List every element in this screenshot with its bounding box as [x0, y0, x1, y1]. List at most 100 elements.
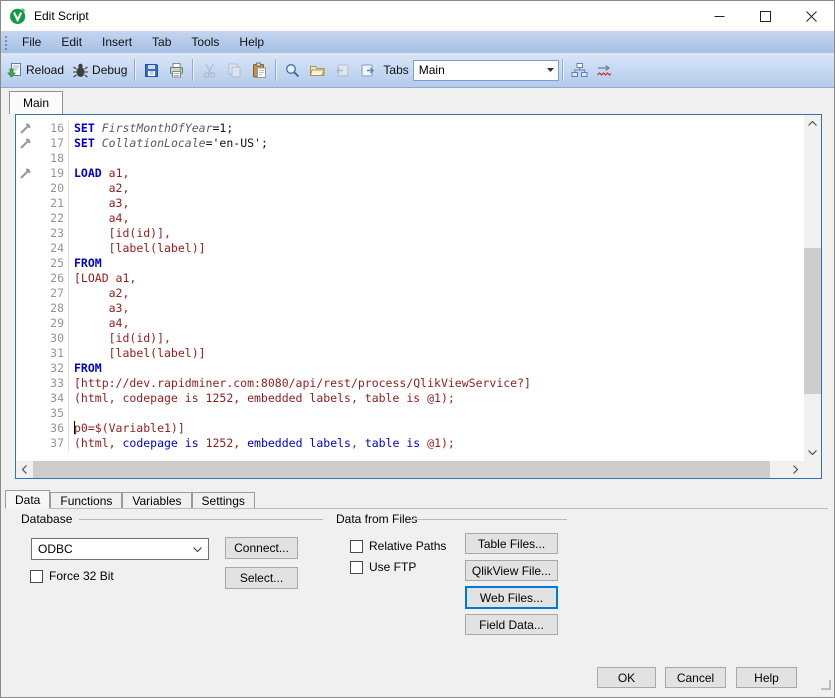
select-button[interactable]: Select...	[225, 567, 298, 589]
use-ftp-checkbox[interactable]: Use FTP	[350, 560, 416, 574]
database-type-select[interactable]: ODBC	[31, 538, 209, 560]
horizontal-scrollbar[interactable]	[16, 461, 804, 478]
code-text: [LOAD a1,	[69, 271, 136, 286]
relative-paths-checkbox[interactable]: Relative Paths	[350, 539, 446, 553]
panel-tab-functions[interactable]: Functions	[50, 492, 122, 508]
files-group-line	[411, 519, 567, 520]
combo-chevron-icon[interactable]	[186, 547, 208, 552]
code-line: 33[http://dev.rapidminer.com:8080/api/re…	[16, 376, 804, 391]
menu-bar: FileEditInsertTabToolsHelp	[1, 31, 834, 53]
scroll-up-button[interactable]	[804, 115, 821, 132]
check-script-icon	[596, 62, 613, 79]
tab-selector-arrow[interactable]	[543, 61, 558, 80]
horizontal-scroll-thumb[interactable]	[33, 461, 770, 478]
line-number: 18	[36, 151, 69, 166]
scroll-left-button[interactable]	[16, 461, 33, 478]
relative-paths-box[interactable]	[350, 540, 363, 553]
script-statement-marker-icon	[19, 122, 32, 135]
scrollbar-corner	[804, 461, 821, 478]
find-button[interactable]	[280, 59, 305, 82]
ok-button[interactable]: OK	[597, 667, 656, 688]
find-icon	[284, 62, 301, 79]
tab-selector-value: Main	[419, 63, 543, 77]
tab-main[interactable]: Main	[9, 91, 63, 114]
menu-item-tab[interactable]: Tab	[142, 32, 181, 52]
tab-selector[interactable]: Main	[413, 60, 559, 81]
marker-gutter	[16, 421, 36, 436]
database-type-value: ODBC	[38, 542, 186, 556]
code-line: 16SET FirstMonthOfYear=1;	[16, 121, 804, 136]
field-data-button[interactable]: Field Data...	[465, 614, 558, 635]
menu-item-tools[interactable]: Tools	[181, 32, 229, 52]
reload-button[interactable]: Reload	[2, 59, 68, 82]
line-number: 36	[36, 421, 69, 436]
menu-item-file[interactable]: File	[12, 32, 51, 52]
menu-item-help[interactable]: Help	[229, 32, 274, 52]
resize-grip[interactable]	[820, 677, 831, 695]
close-button[interactable]	[788, 1, 834, 31]
scroll-down-button[interactable]	[804, 444, 821, 461]
line-number: 19	[36, 166, 69, 181]
code-area[interactable]: 16SET FirstMonthOfYear=1;17SET Collation…	[16, 115, 804, 461]
code-lines: 16SET FirstMonthOfYear=1;17SET Collation…	[16, 121, 804, 451]
code-text: a4,	[69, 211, 129, 226]
copy-icon	[226, 62, 243, 79]
panel-tab-data[interactable]: Data	[5, 490, 50, 509]
force-32bit-checkbox[interactable]: Force 32 Bit	[30, 569, 114, 583]
cancel-button[interactable]: Cancel	[665, 667, 726, 688]
panel-tab-settings[interactable]: Settings	[192, 492, 255, 508]
file-buttons: Table Files... QlikView File... Web Files.…	[465, 533, 558, 641]
line-number: 24	[36, 241, 69, 256]
code-line: 21 a3,	[16, 196, 804, 211]
force-32bit-box[interactable]	[30, 570, 43, 583]
script-editor: 16SET FirstMonthOfYear=1;17SET Collation…	[15, 114, 822, 479]
code-text: a2,	[69, 286, 129, 301]
check-script-button[interactable]	[592, 59, 617, 82]
marker-gutter	[16, 211, 36, 226]
vertical-scroll-thumb[interactable]	[804, 248, 821, 394]
maximize-button[interactable]	[742, 1, 788, 31]
vertical-scrollbar[interactable]	[804, 115, 821, 461]
save-button[interactable]	[139, 59, 164, 82]
marker-gutter	[16, 226, 36, 241]
marker-gutter	[16, 391, 36, 406]
debug-button[interactable]: Debug	[68, 59, 131, 82]
code-line: 24 [label(label)]	[16, 241, 804, 256]
table-viewer-button[interactable]	[567, 59, 592, 82]
window-title: Edit Script	[34, 9, 89, 23]
marker-gutter	[16, 256, 36, 271]
qlikview-file-button[interactable]: QlikView File...	[465, 560, 558, 581]
use-ftp-label: Use FTP	[369, 560, 416, 574]
line-number: 34	[36, 391, 69, 406]
web-files-button[interactable]: Web Files...	[465, 586, 558, 609]
print-button[interactable]	[164, 59, 189, 82]
line-number: 32	[36, 361, 69, 376]
marker-gutter	[16, 181, 36, 196]
line-number: 27	[36, 286, 69, 301]
files-group-label: Data from Files	[336, 512, 417, 526]
code-line: 28 a3,	[16, 301, 804, 316]
open-file-button[interactable]	[305, 59, 330, 82]
panel-tab-variables[interactable]: Variables	[122, 492, 191, 508]
code-line: 27 a2,	[16, 286, 804, 301]
toolbar-items: ReloadDebugTabsMain	[2, 59, 617, 82]
minimize-button[interactable]	[696, 1, 742, 31]
paste-button[interactable]	[247, 59, 272, 82]
line-number: 23	[36, 226, 69, 241]
next-tab-button[interactable]	[355, 59, 380, 82]
use-ftp-box[interactable]	[350, 561, 363, 574]
table-viewer-icon	[571, 62, 588, 79]
code-line: 26[LOAD a1,	[16, 271, 804, 286]
table-files-button[interactable]: Table Files...	[465, 533, 558, 554]
menu-item-edit[interactable]: Edit	[51, 32, 92, 52]
line-number: 22	[36, 211, 69, 226]
scroll-right-button[interactable]	[787, 461, 804, 478]
code-line: 18	[16, 151, 804, 166]
reload-icon	[6, 62, 23, 79]
connect-button[interactable]: Connect...	[225, 537, 298, 559]
code-text: a3,	[69, 196, 129, 211]
code-text: a3,	[69, 301, 129, 316]
menu-drag-handle[interactable]	[4, 34, 8, 50]
help-button[interactable]: Help	[736, 667, 797, 688]
menu-item-insert[interactable]: Insert	[92, 32, 142, 52]
